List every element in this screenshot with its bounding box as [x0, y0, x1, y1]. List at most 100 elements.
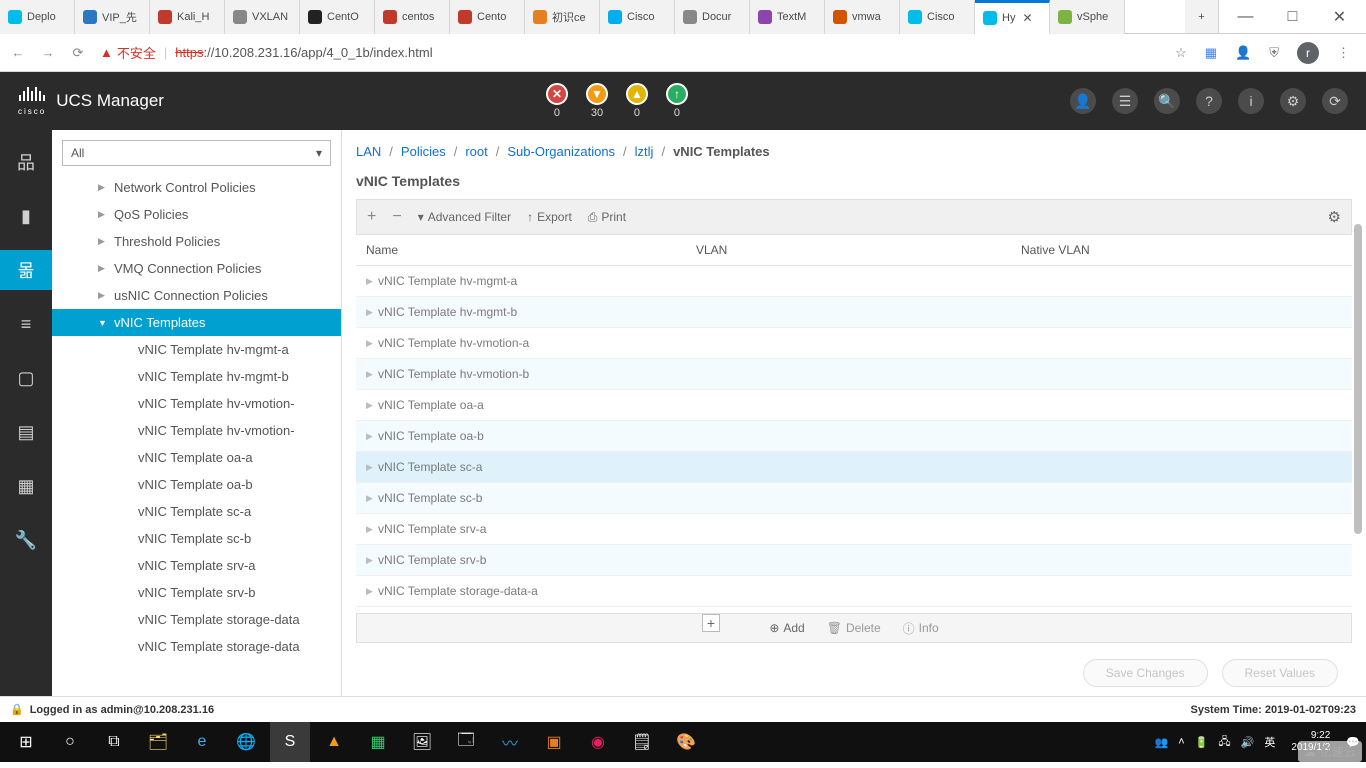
table-row[interactable]: ▶vNIC Template hv-vmotion-b	[356, 359, 1352, 390]
floating-add-button[interactable]: +	[702, 614, 720, 632]
status-badge[interactable]: ▲0	[626, 83, 648, 119]
table-row[interactable]: ▶vNIC Template oa-b	[356, 421, 1352, 452]
nav-reload[interactable]: ⟳	[70, 45, 86, 61]
rail-storage[interactable]: ▤	[0, 412, 52, 452]
browser-tab[interactable]: Cisco	[600, 0, 675, 34]
tree-node[interactable]: vNIC Template hv-mgmt-a	[52, 336, 341, 363]
table-row[interactable]: ▶vNIC Template hv-mgmt-a	[356, 266, 1352, 297]
sublime-icon[interactable]: S	[270, 722, 310, 762]
network-icon[interactable]: 🖧	[1218, 733, 1230, 752]
expand-icon[interactable]: ▶	[366, 555, 378, 566]
tree-node[interactable]: ▶Network Control Policies	[52, 174, 341, 201]
toolbar-export[interactable]: ↑Export	[527, 210, 572, 224]
breadcrumb-item[interactable]: Policies	[401, 144, 446, 159]
grid-vertical-scrollbar[interactable]	[1354, 224, 1362, 534]
chrome-icon[interactable]: 🌐	[226, 722, 266, 762]
tree-node[interactable]: vNIC Template srv-b	[52, 579, 341, 606]
task-view-icon[interactable]: ⧉	[94, 722, 134, 762]
paint-icon[interactable]: 🎨	[666, 722, 706, 762]
gear-icon[interactable]: ⚙	[1328, 208, 1341, 226]
col-vlan[interactable]: VLAN	[696, 243, 1021, 257]
col-name[interactable]: Name	[366, 243, 696, 257]
address-bar[interactable]: ▲ 不安全 | https://10.208.231.16/app/4_0_1b…	[100, 43, 1161, 62]
status-badge[interactable]: ▼30	[586, 83, 608, 119]
table-row[interactable]: ▶vNIC Template sc-b	[356, 483, 1352, 514]
close-icon[interactable]: ✕	[1022, 11, 1032, 25]
browser-tab[interactable]: vSphe	[1050, 0, 1125, 34]
tree-node[interactable]: vNIC Template hv-vmotion-	[52, 417, 341, 444]
table-row[interactable]: ▶vNIC Template sc-a	[356, 452, 1352, 483]
nav-forward[interactable]: →	[40, 45, 56, 60]
battery-icon[interactable]: 🔋	[1195, 736, 1209, 749]
save-button[interactable]: Save Changes	[1083, 659, 1208, 687]
rail-vm[interactable]: ▢	[0, 358, 52, 398]
expand-icon[interactable]: ▶	[366, 524, 378, 535]
tree-node[interactable]: vNIC Template srv-a	[52, 552, 341, 579]
tree-node[interactable]: vNIC Template storage-data	[52, 606, 341, 633]
new-tab-button[interactable]: +	[1185, 0, 1219, 33]
app-icon-4[interactable]: ◉	[578, 722, 618, 762]
info-icon[interactable]: i	[1238, 88, 1264, 114]
table-row[interactable]: ▶vNIC Template srv-b	[356, 545, 1352, 576]
refresh-icon[interactable]: ⟳	[1322, 88, 1348, 114]
browser-tab[interactable]: Hy✕	[975, 0, 1050, 34]
people-icon[interactable]: 👥	[1155, 736, 1169, 749]
browser-tab[interactable]: VXLAN	[225, 0, 300, 34]
bookmark-icon[interactable]: ☆	[1175, 45, 1187, 61]
breadcrumb-item[interactable]: root	[465, 144, 487, 159]
profile-avatar[interactable]: r	[1297, 42, 1319, 64]
breadcrumb-item[interactable]: lztlj	[635, 144, 654, 159]
toolbar-add[interactable]: +	[367, 208, 376, 226]
vm-icon[interactable]: ▣	[534, 722, 574, 762]
table-row[interactable]: ▶vNIC Template storage-data-a	[356, 576, 1352, 607]
browser-tab[interactable]: Docur	[675, 0, 750, 34]
expand-icon[interactable]: ▶	[366, 493, 378, 504]
cortana-icon[interactable]: ○	[50, 722, 90, 762]
toolbar-remove[interactable]: −	[392, 208, 401, 226]
expand-icon[interactable]: ▶	[366, 462, 378, 473]
help-icon[interactable]: ?	[1196, 88, 1222, 114]
expand-icon[interactable]: ▶	[366, 276, 378, 287]
browser-tab[interactable]: Kali_H	[150, 0, 225, 34]
wireshark-icon[interactable]: 〰	[490, 722, 530, 762]
expand-icon[interactable]: ▶	[366, 400, 378, 411]
breadcrumb-item[interactable]: Sub-Organizations	[507, 144, 615, 159]
app-icon-5[interactable]: 🗒	[622, 722, 662, 762]
table-row[interactable]: ▶vNIC Template srv-a	[356, 514, 1352, 545]
tree-node[interactable]: vNIC Template hv-vmotion-	[52, 390, 341, 417]
gear-icon[interactable]: ⚙	[1280, 88, 1306, 114]
browser-tab[interactable]: CentO	[300, 0, 375, 34]
tree-node[interactable]: vNIC Template oa-a	[52, 444, 341, 471]
browser-tab[interactable]: Deplo	[0, 0, 75, 34]
browser-tab[interactable]: 初识ce	[525, 0, 600, 34]
app-icon-1[interactable]: ▦	[358, 722, 398, 762]
app-icon-3[interactable]: 🗔	[446, 722, 486, 762]
status-badge[interactable]: ↑0	[666, 83, 688, 119]
toolbar-print[interactable]: ⎙Print	[588, 210, 626, 225]
window-maximize[interactable]: □	[1270, 3, 1315, 31]
search-icon[interactable]: 🔍	[1154, 88, 1180, 114]
rail-admin[interactable]: 🔧	[0, 520, 52, 560]
browser-tab[interactable]: centos	[375, 0, 450, 34]
tree-filter-dropdown[interactable]: All ▾	[62, 140, 331, 166]
tree-node[interactable]: vNIC Template sc-a	[52, 498, 341, 525]
tree-node[interactable]: ▶Threshold Policies	[52, 228, 341, 255]
expand-icon[interactable]: ▶	[366, 338, 378, 349]
browser-tab[interactable]: Cento	[450, 0, 525, 34]
browser-tab[interactable]: TextM	[750, 0, 825, 34]
browser-tab[interactable]: vmwa	[825, 0, 900, 34]
footer-add[interactable]: ⊕ Add	[769, 621, 804, 635]
file-explorer-icon[interactable]: 🗂	[138, 722, 178, 762]
ie-icon[interactable]: e	[182, 722, 222, 762]
tree-node[interactable]: ▶VMQ Connection Policies	[52, 255, 341, 282]
tree-node[interactable]: ▶usNIC Connection Policies	[52, 282, 341, 309]
expand-icon[interactable]: ▶	[366, 307, 378, 318]
user-icon[interactable]: 👤	[1235, 45, 1251, 61]
start-button[interactable]: ⊞	[6, 722, 46, 762]
browser-tab[interactable]: VIP_先	[75, 0, 150, 34]
window-minimize[interactable]: —	[1223, 3, 1268, 31]
chrome-menu-icon[interactable]: ⋮	[1337, 45, 1350, 61]
tree-node[interactable]: vNIC Template sc-b	[52, 525, 341, 552]
user-menu-icon[interactable]: 👤	[1070, 88, 1096, 114]
nav-back[interactable]: ←	[10, 45, 26, 60]
